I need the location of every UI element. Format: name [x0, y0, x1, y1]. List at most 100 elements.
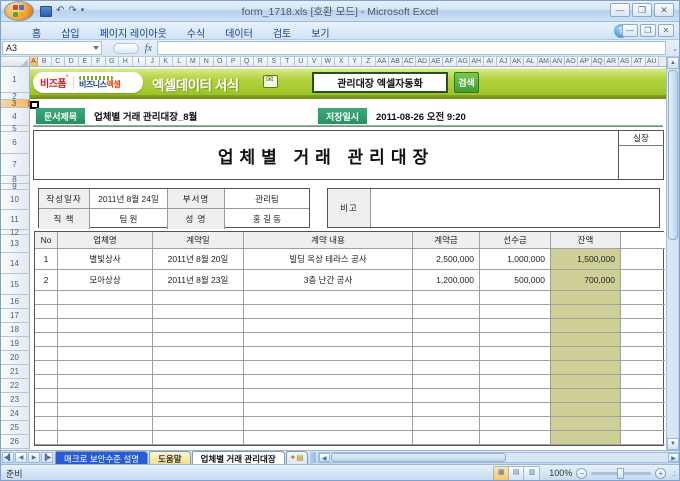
scroll-up-icon[interactable]: ▲: [667, 57, 679, 69]
ledger-cell-empty[interactable]: [35, 389, 58, 403]
ledger-cell[interactable]: 빌딩 옥상 테라스 공사: [244, 249, 413, 270]
insert-worksheet-icon[interactable]: ✦▤: [285, 451, 308, 464]
zoom-out-icon[interactable]: −: [576, 467, 588, 479]
resize-grip-icon[interactable]: .::: [672, 469, 677, 478]
row-header-13[interactable]: 13: [0, 235, 30, 253]
prev-sheet-icon[interactable]: ◀: [15, 452, 27, 463]
first-sheet-icon[interactable]: ◀▌: [2, 452, 14, 463]
row-header-26[interactable]: 26: [0, 435, 30, 449]
row-header-17[interactable]: 17: [0, 309, 30, 323]
column-header-AN[interactable]: AN: [551, 57, 565, 66]
column-header-F[interactable]: F: [92, 57, 106, 66]
column-header-AC[interactable]: AC: [402, 57, 416, 66]
column-header-AU[interactable]: AU: [645, 57, 659, 66]
column-header-C[interactable]: C: [51, 57, 65, 66]
ledger-cell-empty[interactable]: [621, 389, 665, 403]
ledger-cell-empty[interactable]: [35, 431, 58, 445]
ledger-cell-empty[interactable]: [551, 403, 621, 417]
ledger-cell-empty[interactable]: [621, 291, 665, 305]
column-header-AA[interactable]: AA: [375, 57, 389, 66]
ledger-cell[interactable]: 3층 난간 공사: [244, 270, 413, 291]
row-header-10[interactable]: 10: [0, 190, 30, 210]
column-header-AD[interactable]: AD: [416, 57, 430, 66]
ledger-cell[interactable]: 2: [35, 270, 58, 291]
column-header-R[interactable]: R: [254, 57, 268, 66]
column-header-AB[interactable]: AB: [389, 57, 403, 66]
ledger-cell-empty[interactable]: [244, 333, 413, 347]
ledger-cell[interactable]: 500,000: [480, 270, 551, 291]
column-header-W[interactable]: W: [321, 57, 335, 66]
column-header-AL[interactable]: AL: [524, 57, 538, 66]
column-header-AS[interactable]: AS: [618, 57, 632, 66]
ledger-cell[interactable]: 2011년 8월 20일: [153, 249, 244, 270]
ledger-cell-empty[interactable]: [35, 291, 58, 305]
select-all-corner[interactable]: [0, 57, 30, 66]
row-header-25[interactable]: 25: [0, 421, 30, 435]
zoom-slider-thumb[interactable]: [617, 467, 625, 479]
page-layout-view-icon[interactable]: ▤: [509, 466, 525, 480]
ledger-cell-empty[interactable]: [413, 305, 480, 319]
row-header-6[interactable]: 6: [0, 132, 30, 154]
column-header-AR[interactable]: AR: [605, 57, 619, 66]
ledger-cell-empty[interactable]: [153, 333, 244, 347]
column-header-J[interactable]: J: [146, 57, 160, 66]
ribbon-tab-1[interactable]: 홈: [22, 22, 51, 40]
ledger-cell-empty[interactable]: [35, 375, 58, 389]
ledger-cell-empty[interactable]: [413, 347, 480, 361]
column-header-AF[interactable]: AF: [443, 57, 457, 66]
ledger-cell-empty[interactable]: [621, 417, 665, 431]
vscroll-thumb[interactable]: [668, 70, 678, 240]
ledger-cell-empty[interactable]: [244, 319, 413, 333]
column-header-S[interactable]: S: [267, 57, 281, 66]
ledger-cell-empty[interactable]: [35, 333, 58, 347]
next-sheet-icon[interactable]: ▶: [28, 452, 40, 463]
ledger-cell-empty[interactable]: [58, 305, 153, 319]
ledger-cell-empty[interactable]: [244, 389, 413, 403]
ledger-cell-empty[interactable]: [35, 305, 58, 319]
hscroll-thumb[interactable]: [330, 453, 506, 462]
ledger-cell-empty[interactable]: [480, 417, 551, 431]
column-header-M[interactable]: M: [186, 57, 200, 66]
scroll-down-icon[interactable]: ▼: [667, 438, 679, 450]
ledger-cell-empty[interactable]: [58, 333, 153, 347]
ledger-cell-empty[interactable]: [35, 347, 58, 361]
ledger-cell-empty[interactable]: [153, 291, 244, 305]
search-button[interactable]: 검색: [454, 72, 479, 93]
ledger-cell-empty[interactable]: [244, 305, 413, 319]
column-header-G[interactable]: G: [105, 57, 119, 66]
ledger-cell-empty[interactable]: [58, 319, 153, 333]
column-header-O[interactable]: O: [213, 57, 227, 66]
ledger-cell-empty[interactable]: [413, 333, 480, 347]
ledger-cell-empty[interactable]: [480, 333, 551, 347]
ledger-cell-empty[interactable]: [58, 375, 153, 389]
ledger-cell-empty[interactable]: [153, 417, 244, 431]
ledger-cell-empty[interactable]: [621, 333, 665, 347]
ledger-cell-empty[interactable]: [551, 333, 621, 347]
ribbon-tab-7[interactable]: 보기: [301, 22, 339, 40]
ledger-cell-empty[interactable]: [244, 291, 413, 305]
ledger-cell-extra[interactable]: [621, 270, 665, 291]
ledger-cell-empty[interactable]: [413, 361, 480, 375]
ledger-cell-empty[interactable]: [480, 347, 551, 361]
ledger-cell-empty[interactable]: [153, 403, 244, 417]
ledger-cell-empty[interactable]: [413, 389, 480, 403]
ledger-cell-empty[interactable]: [413, 375, 480, 389]
ledger-cell[interactable]: 2,500,000: [413, 249, 480, 270]
page-break-view-icon[interactable]: ▥: [524, 466, 540, 480]
ledger-cell-empty[interactable]: [621, 347, 665, 361]
ledger-cell-empty[interactable]: [244, 361, 413, 375]
ledger-cell-empty[interactable]: [58, 389, 153, 403]
column-header-B[interactable]: B: [38, 57, 52, 66]
column-header-AK[interactable]: AK: [510, 57, 524, 66]
column-header-T[interactable]: T: [281, 57, 295, 66]
ledger-cell[interactable]: 별빛상사: [58, 249, 153, 270]
ribbon-tab-6[interactable]: 검토: [263, 22, 301, 40]
column-header-X[interactable]: X: [335, 57, 349, 66]
ledger-cell-empty[interactable]: [621, 375, 665, 389]
row-header-16[interactable]: 16: [0, 295, 30, 309]
ledger-cell-empty[interactable]: [58, 417, 153, 431]
ledger-cell[interactable]: 700,000: [551, 270, 621, 291]
row-header-24[interactable]: 24: [0, 407, 30, 421]
formula-input[interactable]: [157, 41, 666, 55]
row-header-3[interactable]: 3: [0, 99, 30, 108]
